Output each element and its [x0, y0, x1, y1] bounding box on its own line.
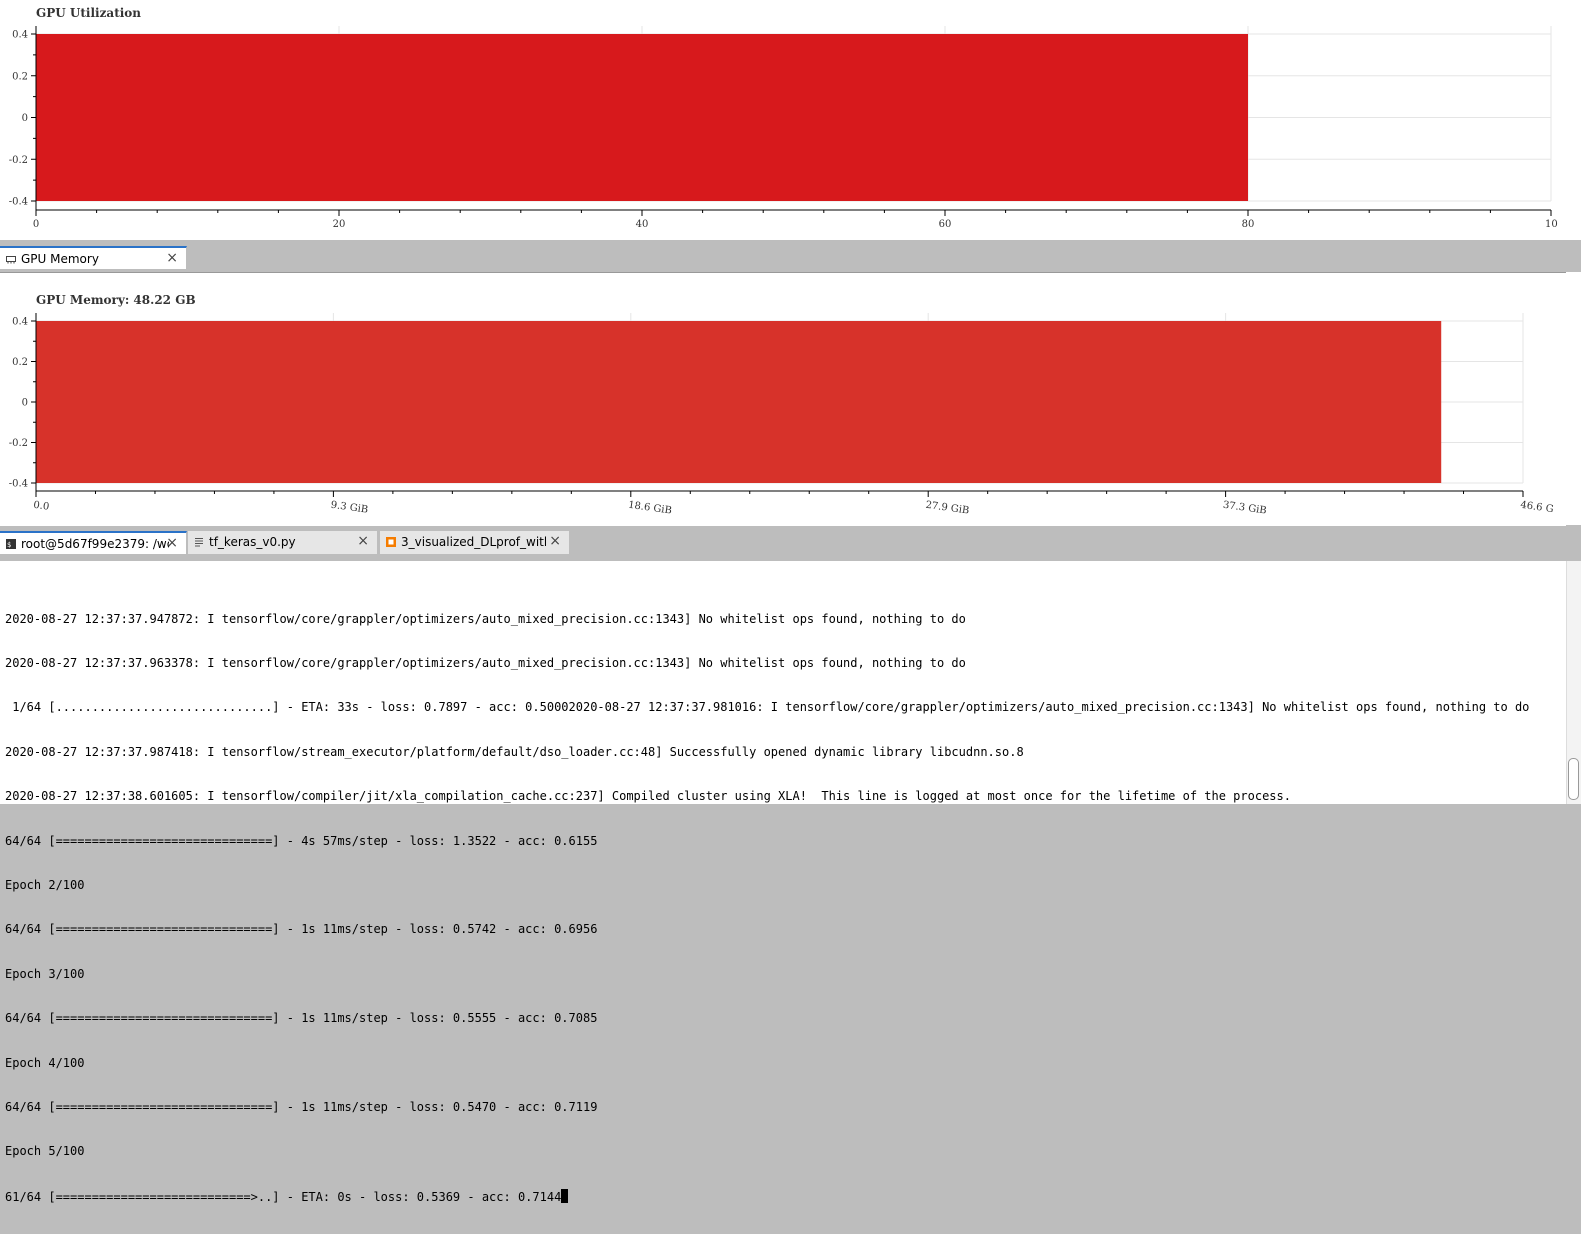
close-icon[interactable]: × [357, 533, 369, 549]
terminal-line: 2020-08-27 12:37:37.947872: I tensorflow… [5, 611, 966, 626]
terminal-line: 2020-08-27 12:37:37.987418: I tensorflow… [5, 744, 1024, 759]
tab-tf-keras-label: tf_keras_v0.py [209, 535, 296, 549]
terminal-scrollbar-thumb[interactable] [1568, 758, 1579, 800]
y-tick-label: 0 [22, 398, 28, 409]
gpu-memory-chart: 0.0 9.3 GiB 18.6 GiB 27.9 GiB 37.3 GiB 46.6 G… [9, 313, 1555, 517]
svg-text:$: $ [7, 541, 11, 549]
terminal-line: Epoch 4/100 [5, 1055, 85, 1070]
terminal-line: Epoch 2/100 [5, 877, 85, 892]
terminal-line: 64/64 [==============================] -… [5, 1099, 598, 1114]
panel-scrollbar-mid[interactable] [1566, 272, 1581, 525]
terminal-line: 61/64 [===========================>..] -… [5, 1189, 562, 1204]
x-tick-label: 40 [636, 219, 649, 230]
y-tick-label: 0.2 [12, 357, 28, 368]
tab-gpu-memory-label: GPU Memory [21, 252, 99, 266]
gpu-utilization-panel: GPU Utilization 0 20 40 60 80 10 0.4 0.2 0 -0.2 -0… [0, 0, 1566, 240]
x-tick-label: 0 [33, 219, 39, 230]
bar-mark [36, 34, 1248, 201]
y-tick-label: 0.4 [12, 317, 28, 328]
terminal-last-line: 61/64 [===========================>..] -… [5, 1188, 1529, 1205]
terminal-line: 2020-08-27 12:37:38.601605: I tensorflow… [5, 789, 1291, 804]
terminal-scrollbar[interactable] [1566, 561, 1581, 804]
terminal-line: 2020-08-27 12:37:37.963378: I tensorflow… [5, 655, 966, 670]
panel-scrollbar-top[interactable] [1566, 0, 1581, 240]
y-tick-label: -0.2 [9, 155, 28, 166]
tab-terminal-label: root@5d67f99e2379: /works [21, 537, 169, 551]
terminal-panel[interactable]: 2020-08-27 12:37:37.947872: I tensorflow… [0, 561, 1581, 1204]
tab-gpu-memory[interactable]: GPU Memory × [0, 246, 187, 269]
y-tick-label: -0.4 [9, 479, 28, 490]
y-tick-label: 0.4 [12, 30, 28, 41]
terminal-icon: $ [6, 539, 16, 549]
y-tick-label: 0.2 [12, 71, 28, 82]
tab-terminal[interactable]: $ root@5d67f99e2379: /works × [0, 531, 187, 554]
file-icon [194, 537, 204, 547]
tab-tf-keras-file[interactable]: tf_keras_v0.py × [188, 531, 378, 554]
terminal-line: 1/64 [..............................] - … [5, 700, 1530, 715]
terminal-line: Epoch 3/100 [5, 966, 85, 981]
tab-notebook-label: 3_visualized_DLprof_with_r [401, 535, 546, 549]
terminal-output: 2020-08-27 12:37:37.947872: I tensorflow… [5, 582, 1529, 1234]
x-tick-label: 27.9 GiB [925, 500, 970, 517]
gpu-utilization-chart: 0 20 40 60 80 10 0.4 0.2 0 -0.2 -0.4 [9, 26, 1558, 230]
gpu-memory-panel: GPU Memory: 48.22 GB 0.0 9.3 GiB 18.6 GiB 2… [0, 272, 1566, 526]
x-tick-label: 20 [333, 219, 346, 230]
close-icon[interactable]: × [549, 533, 561, 549]
y-tick-label: -0.2 [9, 438, 28, 449]
terminal-line: 64/64 [==============================] -… [5, 922, 598, 937]
x-tick-label: 10 [1545, 219, 1558, 230]
x-tick-label: 18.6 GiB [627, 500, 672, 517]
close-icon[interactable]: × [166, 535, 178, 551]
x-tick-label: 9.3 GiB [330, 500, 369, 516]
y-tick-label: 0 [22, 113, 28, 124]
x-tick-label: 80 [1242, 219, 1255, 230]
x-tick-label: 60 [939, 219, 952, 230]
y-tick-label: -0.4 [9, 197, 28, 208]
terminal-cursor [561, 1188, 569, 1203]
x-tick-label: 37.3 GiB [1222, 500, 1267, 517]
bottom-tabbar: $ root@5d67f99e2379: /works × tf_keras_v… [0, 531, 1581, 555]
close-icon[interactable]: × [166, 250, 178, 266]
gpu-memory-tabbar: GPU Memory × [0, 246, 1581, 269]
bar-mark [36, 321, 1442, 483]
memory-icon [6, 254, 16, 264]
notebook-icon [386, 537, 396, 547]
terminal-line: 64/64 [==============================] -… [5, 833, 598, 848]
tab-notebook[interactable]: 3_visualized_DLprof_with_r × [380, 531, 570, 554]
x-tick-label: 0.0 [33, 500, 50, 513]
x-tick-label: 46.6 G [1520, 500, 1555, 516]
terminal-line: 64/64 [==============================] -… [5, 1011, 598, 1026]
terminal-line: Epoch 5/100 [5, 1144, 85, 1159]
